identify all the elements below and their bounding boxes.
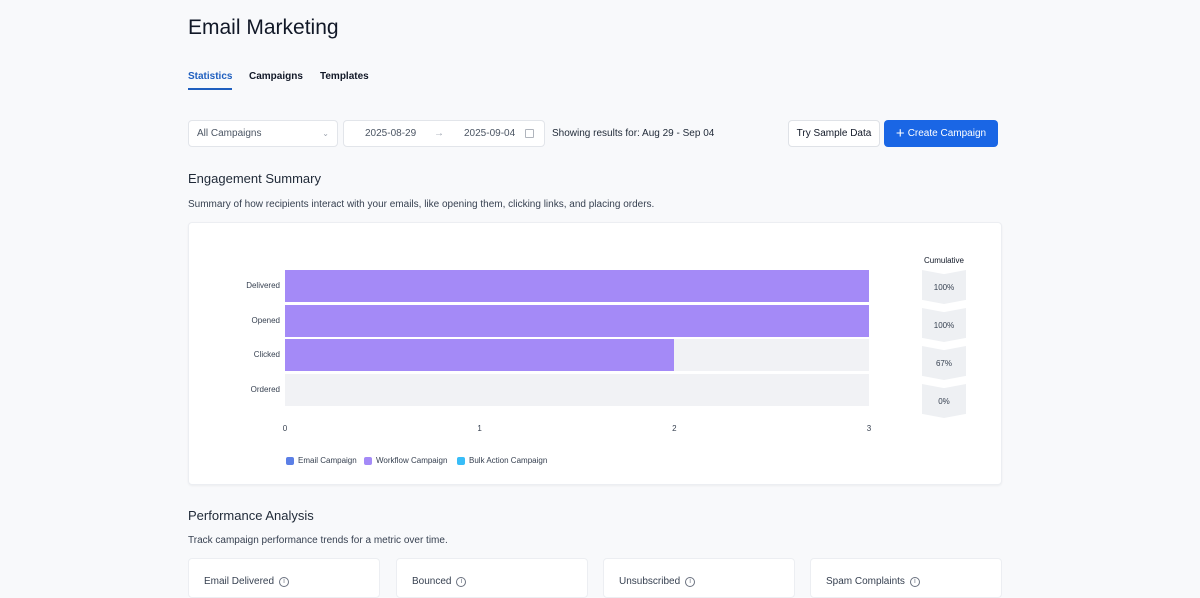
plus-icon: + bbox=[895, 124, 905, 142]
info-icon[interactable]: i bbox=[685, 576, 696, 587]
bar-track bbox=[285, 339, 869, 371]
calendar-icon[interactable] bbox=[525, 129, 534, 138]
results-text: Showing results for: Aug 29 - Sep 04 bbox=[552, 128, 715, 139]
info-icon[interactable]: i bbox=[909, 576, 920, 587]
x-tick-label: 1 bbox=[477, 424, 482, 433]
metric-label: Bounced bbox=[412, 576, 452, 587]
info-icon[interactable]: i bbox=[279, 576, 290, 587]
page-title: Email Marketing bbox=[188, 16, 339, 39]
date-to[interactable]: 2025-09-04 bbox=[464, 128, 515, 139]
legend-item[interactable]: Bulk Action Campaign bbox=[457, 456, 547, 465]
metric-title: Spam Complaints i bbox=[826, 576, 920, 587]
metric-title: Email Delivered i bbox=[204, 576, 290, 587]
bar-track bbox=[285, 270, 869, 302]
x-tick-label: 2 bbox=[672, 424, 677, 433]
metric-label: Spam Complaints bbox=[826, 576, 905, 587]
y-tick-label: Opened bbox=[251, 316, 280, 325]
legend-item[interactable]: Workflow Campaign bbox=[364, 456, 447, 465]
try-sample-data-button[interactable]: Try Sample Data bbox=[788, 120, 880, 147]
create-campaign-button[interactable]: + Create Campaign bbox=[884, 120, 998, 147]
bar-track bbox=[285, 305, 869, 337]
legend-swatch bbox=[286, 456, 294, 465]
cumulative-badge: 100% bbox=[922, 308, 966, 342]
metric-label: Email Delivered bbox=[204, 576, 275, 587]
x-tick-label: 3 bbox=[866, 424, 872, 433]
bar-opened[interactable] bbox=[285, 305, 869, 337]
legend-label: Bulk Action Campaign bbox=[469, 456, 548, 465]
legend-item[interactable]: Email Campaign bbox=[286, 456, 357, 465]
metric-title: Unsubscribed i bbox=[619, 576, 696, 587]
tab-campaigns[interactable]: Campaigns bbox=[249, 71, 303, 88]
campaign-select-value: All Campaigns bbox=[197, 128, 262, 139]
date-range-picker[interactable]: 2025-08-29 → 2025-09-04 bbox=[343, 120, 545, 147]
bar-track bbox=[285, 374, 869, 406]
y-tick-label: Ordered bbox=[250, 385, 280, 394]
tab-statistics[interactable]: Statistics bbox=[188, 71, 233, 90]
y-tick-label: Clicked bbox=[253, 350, 280, 359]
cumulative-badge: 0% bbox=[922, 384, 966, 418]
create-campaign-label: Create Campaign bbox=[907, 128, 987, 139]
x-tick-label: 0 bbox=[282, 424, 288, 433]
engagement-description: Summary of how recipients interact with … bbox=[188, 199, 655, 210]
bar-delivered[interactable] bbox=[285, 270, 869, 302]
cumulative-badge: 67% bbox=[922, 346, 966, 380]
legend-label: Workflow Campaign bbox=[376, 456, 448, 465]
cumulative-badge: 100% bbox=[922, 270, 966, 304]
cumulative-label: Cumulative bbox=[923, 256, 964, 265]
legend-swatch bbox=[364, 456, 372, 465]
bar-clicked[interactable] bbox=[285, 339, 675, 371]
metric-label: Unsubscribed bbox=[619, 576, 681, 587]
performance-title: Performance Analysis bbox=[188, 508, 314, 523]
legend-swatch bbox=[457, 456, 465, 465]
metric-title: Bounced i bbox=[412, 576, 467, 587]
info-icon[interactable]: i bbox=[456, 576, 467, 587]
legend-label: Email Campaign bbox=[298, 456, 357, 465]
chevron-down-icon: ⌄ bbox=[322, 129, 329, 138]
y-tick-label: Delivered bbox=[246, 281, 280, 290]
tab-templates[interactable]: Templates bbox=[320, 71, 369, 88]
arrow-right-icon: → bbox=[434, 128, 444, 139]
performance-description: Track campaign performance trends for a … bbox=[188, 535, 448, 546]
campaign-select[interactable]: All Campaigns ⌄ bbox=[188, 120, 338, 147]
engagement-title: Engagement Summary bbox=[188, 171, 321, 186]
date-from[interactable]: 2025-08-29 bbox=[365, 128, 416, 139]
